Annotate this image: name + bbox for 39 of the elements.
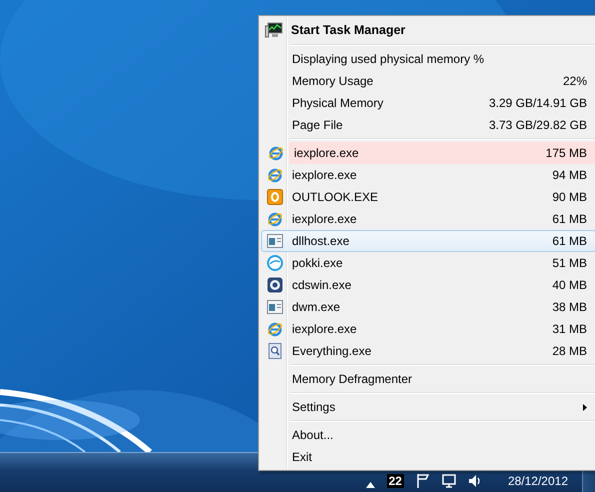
stat-value: 22% [562,74,587,88]
menu-item[interactable]: Start Task Manager [261,18,595,42]
monitor-chart-icon [265,22,283,38]
menu-item[interactable]: Exit [261,446,595,468]
window-icon [267,234,283,248]
tray-badge[interactable]: 22 [386,474,404,488]
process-item[interactable]: iexplore.exe 94 MB [261,164,595,186]
globe-icon [268,145,284,161]
flag-icon[interactable] [416,474,430,488]
process-item[interactable]: iexplore.exe 61 MB [261,208,595,230]
process-item[interactable]: iexplore.exe 31 MB [261,318,595,340]
speaker-icon[interactable] [468,474,482,488]
process-item[interactable]: Everything.exe 28 MB [261,340,595,362]
clock-date[interactable]: 28/12/2012 [508,474,568,488]
process-item[interactable]: cdswin.exe 40 MB [261,274,595,296]
stat-label: Physical Memory [292,96,384,110]
globe-icon [267,321,283,337]
swirl-icon [267,255,283,271]
process-item[interactable]: dwm.exe 38 MB [261,296,595,318]
stat-value: 3.29 GB/14.91 GB [488,96,587,110]
globe-icon [267,167,283,183]
search-icon [267,343,283,359]
stat-value: 3.73 GB/29.82 GB [488,118,587,132]
process-item[interactable]: OUTLOOK.EXE 90 MB [261,186,595,208]
monitor-icon[interactable] [442,474,456,488]
process-item[interactable]: dllhost.exe 61 MB [261,230,595,252]
status-text: Displaying used physical memory % [292,52,486,66]
caret-icon[interactable] [366,482,375,488]
stat-label: Page File [292,118,344,132]
stat-label: Memory Usage [292,74,374,88]
submenu-arrow-icon [583,404,587,410]
disc-icon [267,277,283,293]
mail-app-icon [267,189,283,205]
globe-icon [267,211,283,227]
window-icon [267,300,283,314]
menu-item[interactable]: Memory Defragmenter [261,368,595,390]
process-item[interactable]: pokki.exe 51 MB [261,252,595,274]
menu-item[interactable]: Settings [261,396,595,418]
menu-item[interactable]: About... [261,424,595,446]
